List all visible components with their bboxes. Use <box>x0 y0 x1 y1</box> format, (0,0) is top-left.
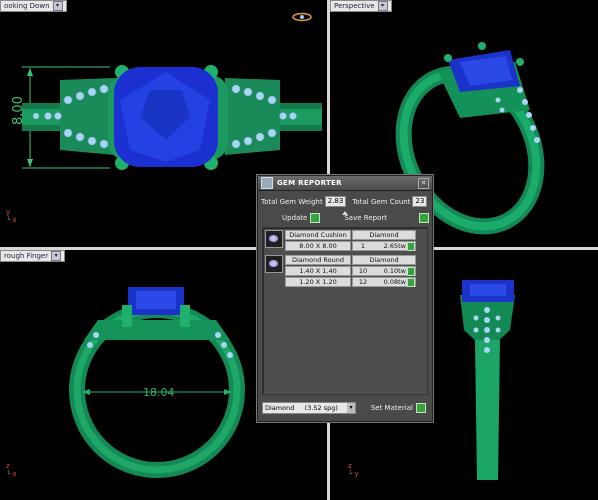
play-icon[interactable] <box>407 266 415 276</box>
gem-count: 10 <box>358 267 368 275</box>
gem-count-weight: 1 2.65tw <box>352 241 416 251</box>
gem-reporter-titlebar[interactable]: Gem Reporter ✕ <box>258 176 432 191</box>
gem-weight: 0.10tw <box>383 267 406 275</box>
total-gem-count-value: 23 <box>412 196 428 207</box>
gem-count-weight: 12 0.08tw <box>352 277 416 287</box>
gem-material: Diamond <box>352 255 416 265</box>
gem-material: Diamond <box>352 230 416 240</box>
play-icon <box>418 213 429 223</box>
dimension-height-text: 8.00 <box>11 96 26 125</box>
gem-count: 12 <box>358 278 368 286</box>
axis-indicator: z └ x <box>6 462 17 478</box>
gem-name: Diamond Round <box>285 255 351 265</box>
gem-entry[interactable]: Diamond Round Diamond 1.40 X 1.40 10 0.1… <box>263 253 427 289</box>
gem-reporter-app-icon <box>261 177 273 189</box>
gem-count: 1 <box>360 242 366 250</box>
gem-size: 1.20 X 1.20 <box>285 277 351 287</box>
gem-weight: 2.65tw <box>383 242 406 250</box>
gem-count-weight: 10 0.10tw <box>352 266 416 276</box>
gem-reporter-panel: Gem Reporter ✕ Total Gem Weight 2.83 Tot… <box>257 175 433 422</box>
dimension-diameter-text: 18.04 <box>143 386 175 399</box>
gem-cushion-icon <box>265 230 283 248</box>
update-button-label: Update <box>282 214 308 222</box>
gem-size: 8.00 X 8.00 <box>285 241 351 251</box>
axis-indicator: z └ y <box>348 462 359 478</box>
total-gem-count-label: Total Gem Count <box>352 197 411 206</box>
total-gem-weight-label: Total Gem Weight <box>261 197 323 206</box>
play-icon <box>310 213 321 223</box>
gem-list[interactable]: Diamond Cushion Diamond 8.00 X 8.00 1 2.… <box>262 227 428 395</box>
save-report-button-label: Save Report <box>344 214 387 222</box>
chevron-down-icon[interactable]: ▾ <box>347 403 355 413</box>
total-gem-weight-value: 2.83 <box>324 196 347 207</box>
play-icon[interactable] <box>407 241 415 251</box>
save-report-button[interactable]: Save Report <box>344 213 429 223</box>
axis-indicator: y └ x <box>6 208 17 224</box>
play-icon <box>416 403 426 413</box>
gem-weight: 0.08tw <box>383 278 406 286</box>
panel-title: Gem Reporter <box>277 179 342 187</box>
update-button[interactable]: Update <box>282 213 321 223</box>
gem-size: 1.40 X 1.40 <box>285 266 351 276</box>
set-material-button[interactable]: Set Material <box>371 403 426 413</box>
gem-round-icon <box>265 255 283 273</box>
gem-name: Diamond Cushion <box>285 230 351 240</box>
close-icon[interactable]: ✕ <box>418 177 429 189</box>
material-select-value: Diamond (3.52 spg) <box>265 404 338 412</box>
gem-entry[interactable]: Diamond Cushion Diamond 8.00 X 8.00 1 2.… <box>263 228 427 253</box>
material-select[interactable]: Diamond (3.52 spg) ▾ <box>262 402 356 414</box>
set-material-button-label: Set Material <box>370 404 413 412</box>
play-icon[interactable] <box>407 277 415 287</box>
